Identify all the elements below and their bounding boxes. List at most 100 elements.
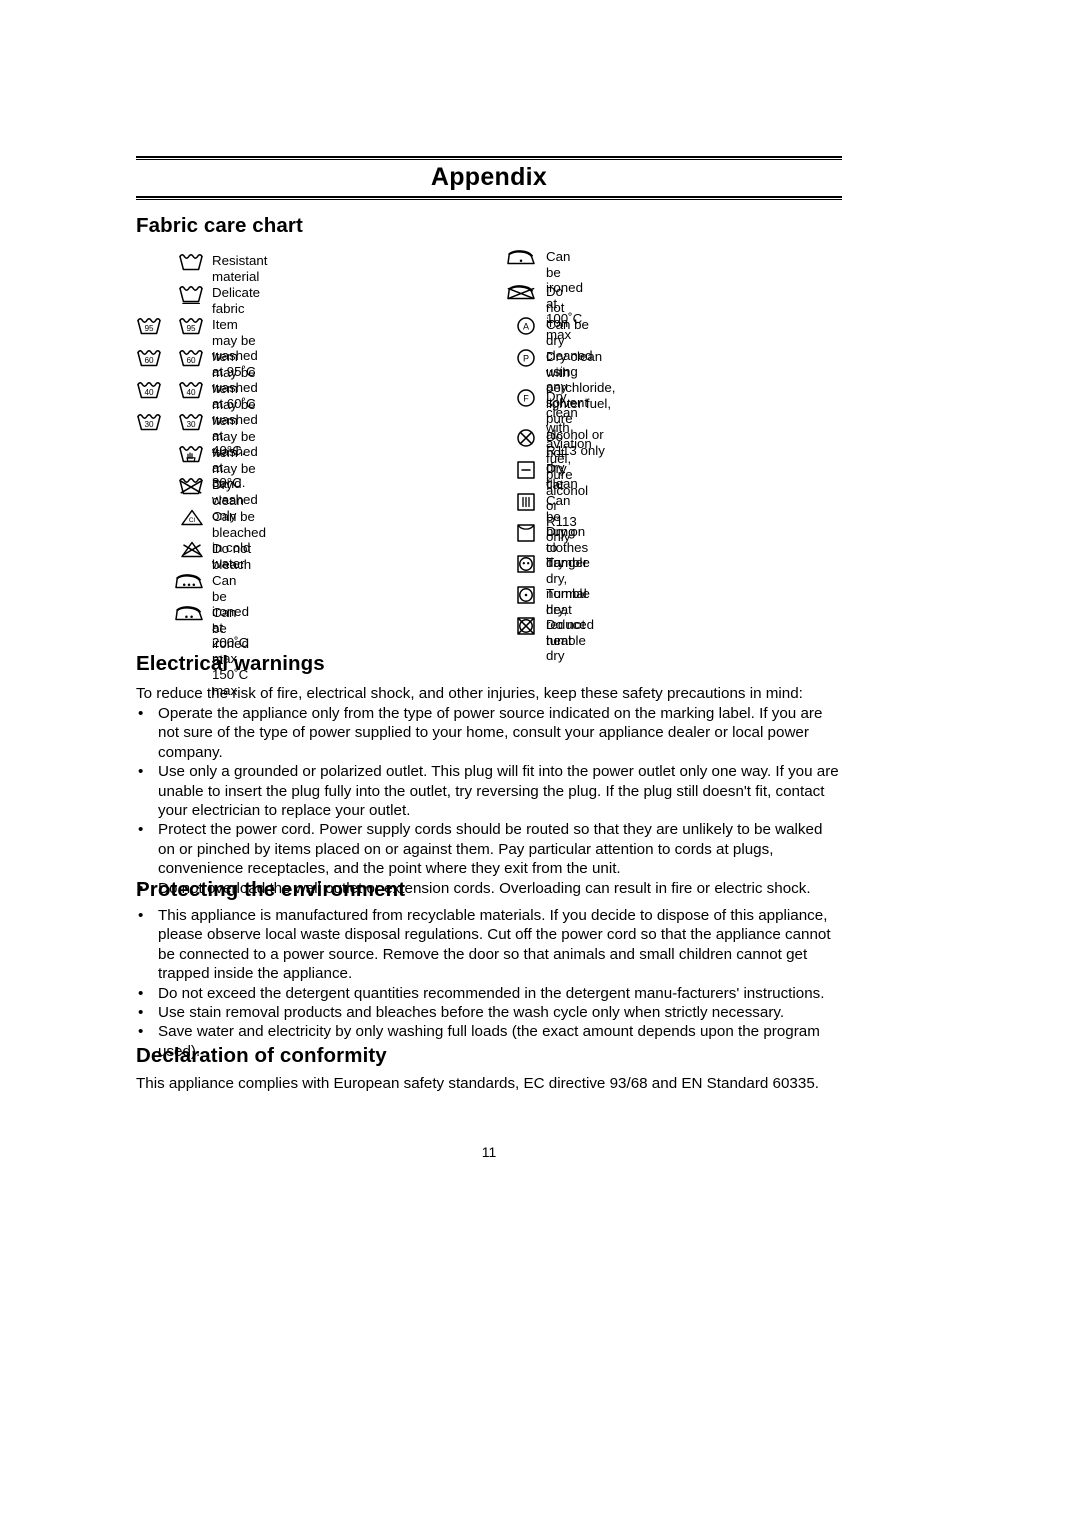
svg-text:30: 30 — [186, 420, 196, 429]
wash-tub-icon: 95 — [178, 316, 204, 336]
care-symbol-cell — [500, 554, 536, 574]
care-symbol-cell — [500, 492, 536, 512]
care-symbol-cell — [136, 444, 204, 464]
care-symbol-cell: P — [500, 348, 536, 368]
electrical-bullet-list: • Operate the appliance only from the typ… — [136, 704, 842, 898]
bullet-marker: • — [138, 821, 144, 839]
care-row: Do not tumble dry — [500, 616, 586, 664]
bullet-text: Do not exceed the detergent quantities r… — [158, 984, 825, 1002]
dry-flat-icon — [516, 460, 536, 480]
care-symbol-cell — [500, 428, 536, 448]
bullet-item: • Operate the appliance only from the typ… — [136, 704, 842, 762]
iron-three-dots-icon — [174, 572, 204, 591]
dry-clean-aviation-fuel-icon: F — [516, 388, 536, 408]
care-row: Dry flat — [500, 460, 567, 492]
care-symbol-cell — [136, 252, 204, 272]
care-symbol-cell — [500, 616, 536, 636]
do-not-tumble-dry-icon — [516, 616, 536, 636]
care-row: Delicate fabric — [136, 284, 260, 316]
care-symbol-label: Resistant material — [212, 253, 268, 284]
care-symbol-cell — [136, 284, 204, 304]
care-symbol-cell — [500, 460, 536, 480]
bullet-item: • Use only a grounded or polarized outlet… — [136, 762, 842, 820]
do-not-dry-clean-icon — [516, 428, 536, 448]
care-symbol-cell — [500, 585, 536, 605]
bullet-item: • Do not exceed the detergent quantities … — [136, 984, 842, 1003]
drip-dry-hanger-icon — [516, 523, 536, 543]
heading-protecting-environment: Protecting the environment — [136, 878, 406, 901]
page-number: 11 — [481, 1144, 497, 1160]
bleach-cold-water-icon: Cl — [180, 508, 204, 527]
svg-text:60: 60 — [144, 356, 154, 365]
dry-clean-perchloride-icon: P — [516, 348, 536, 368]
bullet-item: • Use stain removal products and bleaches… — [136, 1003, 842, 1022]
svg-text:40: 40 — [144, 388, 154, 397]
heading-fabric-care-chart: Fabric care chart — [136, 214, 303, 237]
svg-text:F: F — [523, 393, 529, 403]
electrical-intro: To reduce the risk of fire, electrical s… — [136, 685, 803, 702]
bullet-text: Use only a grounded or polarized outlet.… — [158, 763, 839, 820]
svg-text:95: 95 — [144, 324, 154, 333]
care-symbol-label: Delicate fabric — [212, 285, 261, 316]
care-symbol-cell: 95 95 — [136, 316, 204, 336]
tumble-dry-normal-icon — [516, 554, 536, 574]
care-symbol-cell — [136, 476, 204, 496]
bullet-marker: • — [138, 1004, 144, 1022]
care-symbol-label: Do not bleach — [212, 541, 252, 572]
svg-text:Cl: Cl — [189, 517, 196, 524]
care-symbol-cell: 40 40 — [136, 380, 204, 400]
care-symbol-cell — [136, 604, 204, 623]
environment-bullet-list: • This appliance is manufactured from rec… — [136, 906, 842, 1061]
care-symbol-cell: 60 60 — [136, 348, 204, 368]
bullet-text: Protect the power cord. Power supply cor… — [158, 821, 823, 878]
care-symbol-cell — [136, 572, 204, 591]
header-rule-bottom — [136, 196, 842, 200]
dry-clean-only-icon — [178, 476, 204, 496]
care-symbol-cell — [136, 540, 204, 559]
wash-tub-icon: 95 — [136, 316, 162, 336]
page-title: Appendix — [430, 163, 548, 191]
do-not-iron-icon — [506, 283, 536, 302]
wash-tub-icon: 40 — [178, 380, 204, 400]
care-symbol-label: Dry flat — [546, 461, 567, 492]
bullet-item: • Protect the power cord. Power supply co… — [136, 820, 842, 878]
care-symbol-cell — [500, 523, 536, 543]
svg-text:40: 40 — [186, 388, 196, 397]
appendix-header: Appendix — [136, 156, 842, 200]
dry-clean-any-solvent-icon: A — [516, 316, 536, 336]
heading-declaration-conformity: Declaration of conformity — [136, 1044, 387, 1067]
iron-two-dots-icon — [174, 604, 204, 623]
care-row: Do not bleach — [136, 540, 251, 572]
wash-tub-icon: 60 — [136, 348, 162, 368]
care-symbol-cell — [500, 248, 536, 267]
svg-text:95: 95 — [186, 324, 196, 333]
bullet-marker: • — [138, 763, 144, 781]
care-symbol-cell: F — [500, 388, 536, 408]
wash-tub-underline-icon — [178, 284, 204, 304]
bullet-marker: • — [138, 705, 144, 722]
wash-tub-icon: 60 — [178, 348, 204, 368]
do-not-bleach-icon — [180, 540, 204, 559]
iron-one-dot-icon — [506, 248, 536, 267]
svg-text:60: 60 — [186, 356, 196, 365]
bullet-marker: • — [138, 984, 144, 1002]
conformity-text: This appliance complies with European sa… — [136, 1075, 819, 1092]
wash-tub-icon: 30 — [136, 412, 162, 432]
bullet-text: Operate the appliance only from the type… — [158, 705, 823, 761]
tumble-dry-reduced-icon — [516, 585, 536, 605]
svg-text:30: 30 — [144, 420, 154, 429]
wash-tub-icon — [178, 252, 204, 272]
heading-electrical-warnings: Electrical warnings — [136, 652, 325, 675]
care-symbol-cell: 30 30 — [136, 412, 204, 432]
bullet-marker: • — [138, 907, 144, 924]
wash-tub-icon: 40 — [136, 380, 162, 400]
bullet-text: This appliance is manufactured from recy… — [158, 907, 831, 983]
hang-to-dry-icon — [516, 492, 536, 512]
care-symbol-cell: Cl — [136, 508, 204, 527]
bullet-text: Use stain removal products and bleaches … — [158, 1004, 785, 1022]
svg-text:P: P — [523, 353, 529, 363]
care-symbol-label: Do not tumble dry — [546, 617, 586, 664]
wash-tub-icon: 30 — [178, 412, 204, 432]
svg-text:A: A — [523, 321, 529, 331]
bullet-marker: • — [138, 1023, 144, 1041]
